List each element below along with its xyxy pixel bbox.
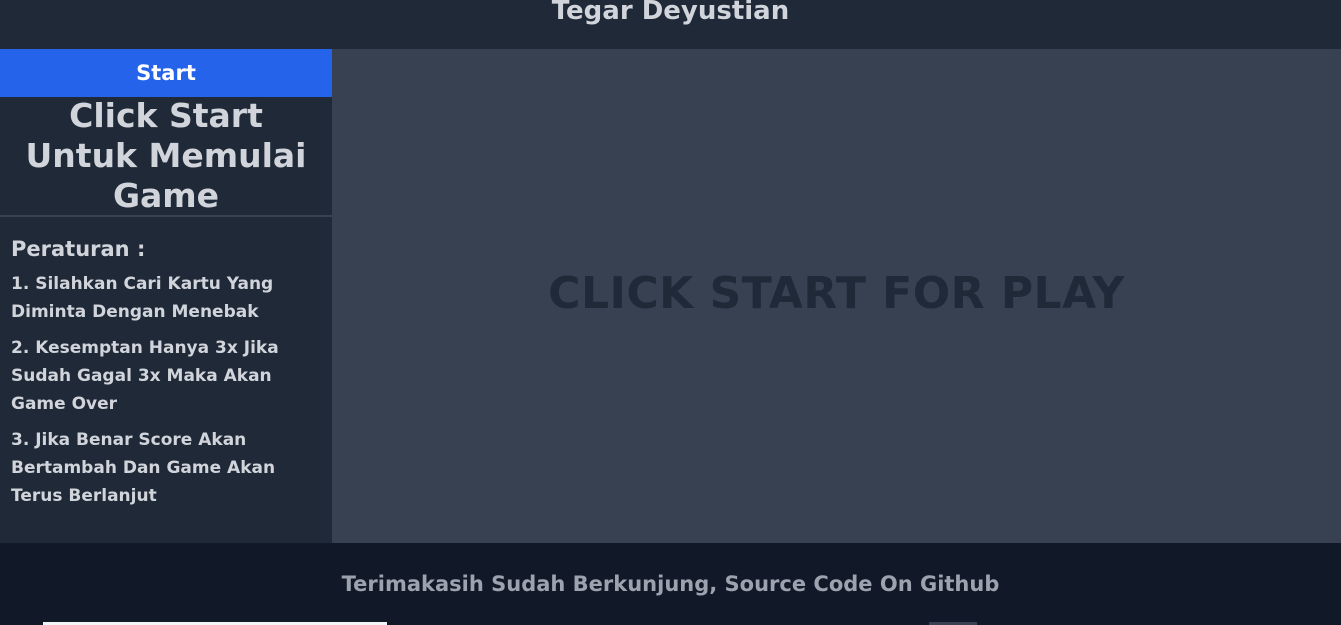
rules-title: Peraturan : <box>11 237 146 261</box>
rule-item: 3. Jika Benar Score Akan Bertambah Dan G… <box>11 430 276 506</box>
page-footer: Terimakasih Sudah Berkunjung, Source Cod… <box>0 543 1341 625</box>
rule-item: 2. Kesemptan Hanya 3x Jika Sudah Gagal 3… <box>11 338 279 414</box>
footer-text[interactable]: Terimakasih Sudah Berkunjung, Source Cod… <box>0 569 1341 599</box>
game-board: CLICK START FOR PLAY <box>332 49 1341 543</box>
page-title: Tegar Deyustian <box>551 0 790 26</box>
rules-section: Peraturan : 1. Silahkan Cari Kartu Yang … <box>11 234 323 518</box>
status-box: Click Start Untuk Memulai Game <box>0 96 332 217</box>
page-header: Tegar Deyustian <box>0 0 1341 49</box>
start-button[interactable]: Start <box>0 49 332 97</box>
play-prompt: CLICK START FOR PLAY <box>548 267 1125 319</box>
status-text: Click Start Untuk Memulai Game <box>25 96 307 215</box>
sidebar: Start Click Start Untuk Memulai Game Per… <box>0 49 332 543</box>
rule-item: 1. Silahkan Cari Kartu Yang Diminta Deng… <box>11 274 274 322</box>
